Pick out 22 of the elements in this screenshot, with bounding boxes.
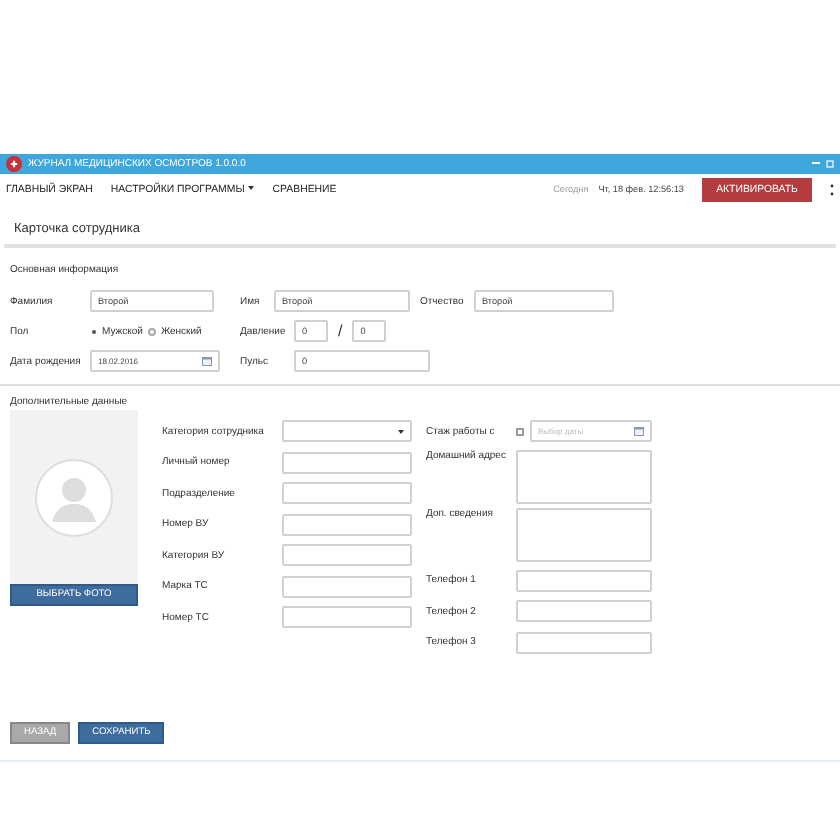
input-field[interactable] — [282, 482, 412, 504]
input-field[interactable] — [282, 451, 412, 473]
input-field[interactable] — [282, 606, 412, 628]
checkbox[interactable] — [516, 427, 524, 435]
input-field[interactable] — [282, 513, 412, 535]
avatar-icon — [34, 457, 114, 537]
minimize-icon[interactable] — [812, 162, 820, 166]
input-field[interactable] — [282, 544, 412, 566]
input-field[interactable] — [516, 569, 652, 591]
text-area[interactable] — [516, 508, 652, 562]
caret-icon — [398, 429, 404, 433]
calendar-icon[interactable] — [634, 426, 644, 436]
category-select[interactable] — [282, 420, 412, 442]
separator-text: / — [338, 322, 343, 340]
app-logo-icon — [6, 156, 22, 172]
input-field[interactable] — [516, 600, 652, 622]
calendar-icon[interactable] — [202, 356, 212, 366]
input-field[interactable] — [282, 575, 412, 597]
maximize-icon[interactable] — [826, 160, 834, 168]
caret-icon — [248, 186, 255, 191]
input-field[interactable] — [516, 631, 652, 653]
text-area[interactable] — [516, 449, 652, 503]
